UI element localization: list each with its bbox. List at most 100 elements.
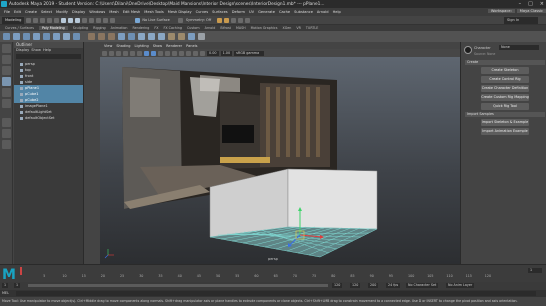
create-control-rig-button[interactable]: Create Control Rig bbox=[481, 76, 529, 83]
sign-in-dropdown[interactable]: Sign In bbox=[504, 17, 538, 24]
menu-arnold[interactable]: Arnold bbox=[317, 10, 329, 14]
anim-layer-dropdown[interactable]: No Anim Layer bbox=[446, 283, 475, 288]
menu-help[interactable]: Help bbox=[333, 10, 341, 14]
textured-icon[interactable] bbox=[158, 50, 163, 56]
select-hierarchy-icon[interactable] bbox=[61, 17, 67, 23]
shelf-tab[interactable]: Curves / Surfaces bbox=[5, 26, 34, 30]
menu-modify[interactable]: Modify bbox=[56, 10, 68, 14]
poly-cube-icon[interactable] bbox=[13, 33, 20, 40]
xray-joints-icon[interactable] bbox=[200, 50, 205, 56]
rotate-tool-icon[interactable] bbox=[2, 88, 11, 97]
menu-mesh[interactable]: Mesh bbox=[109, 10, 118, 14]
outliner-menu-help[interactable]: Help bbox=[43, 48, 51, 52]
shelf-tab[interactable]: XGen bbox=[282, 26, 291, 30]
mirror-icon[interactable] bbox=[128, 33, 135, 40]
arnold-render-view-icon[interactable] bbox=[245, 17, 251, 23]
smooth-icon[interactable] bbox=[108, 33, 115, 40]
history-icon[interactable] bbox=[177, 17, 183, 23]
shelf-tab[interactable]: FX Caching bbox=[163, 26, 182, 30]
menu-edit[interactable]: Edit bbox=[14, 10, 21, 14]
current-frame-field[interactable]: 1 bbox=[528, 268, 542, 273]
viewport-menu-shading[interactable]: Shading bbox=[116, 44, 130, 48]
playback-start-field[interactable]: 1 bbox=[14, 283, 21, 288]
viewport-menu-renderer[interactable]: Renderer bbox=[166, 44, 182, 48]
minimize-button[interactable]: – bbox=[519, 1, 522, 7]
bevel-icon[interactable] bbox=[158, 33, 165, 40]
combine-icon[interactable] bbox=[88, 33, 95, 40]
viewport-menu-view[interactable]: View bbox=[104, 44, 112, 48]
create-custom-rig-mapping-button[interactable]: Create Custom Rig Mapping bbox=[481, 94, 529, 101]
smooth-shade-icon[interactable] bbox=[151, 50, 156, 56]
open-scene-icon[interactable] bbox=[33, 17, 39, 23]
import-samples-section-header[interactable]: Import Samples bbox=[465, 112, 545, 117]
menu-cache[interactable]: Cache bbox=[279, 10, 290, 14]
import-skeleton-example-button[interactable]: Import Skeleton & Example bbox=[481, 119, 529, 126]
create-section-header[interactable]: Create bbox=[465, 60, 545, 65]
snap-point-icon[interactable] bbox=[96, 17, 102, 23]
paint-select-icon[interactable] bbox=[2, 66, 11, 75]
character-set-dropdown[interactable]: No Character Set bbox=[406, 283, 439, 288]
quick-rig-tool-button[interactable]: Quick Rig Tool bbox=[481, 103, 529, 110]
uv-editor-icon[interactable] bbox=[198, 33, 205, 40]
fps-dropdown[interactable]: 24 fps bbox=[386, 283, 401, 288]
extrude-icon[interactable] bbox=[138, 33, 145, 40]
separate-icon[interactable] bbox=[98, 33, 105, 40]
shadows-icon[interactable] bbox=[172, 50, 177, 56]
shelf-tab[interactable]: Arnold bbox=[205, 26, 216, 30]
color-space-dropdown[interactable]: sRGB gamma bbox=[234, 50, 265, 56]
outliner-menu-show[interactable]: Show bbox=[31, 48, 41, 52]
menu-selector[interactable]: Modeling bbox=[2, 16, 25, 24]
snap-view-icon[interactable] bbox=[103, 17, 109, 23]
target-weld-icon[interactable] bbox=[178, 33, 185, 40]
bookmark-icon[interactable] bbox=[109, 50, 114, 56]
camera-attributes-icon[interactable] bbox=[102, 50, 107, 56]
menu-windows[interactable]: Windows bbox=[89, 10, 105, 14]
viewport-menu-lighting[interactable]: Lighting bbox=[135, 44, 149, 48]
ipr-render-icon[interactable] bbox=[224, 17, 230, 23]
isolate-select-icon[interactable] bbox=[186, 50, 191, 56]
symmetry-label[interactable]: Symmetry: Off bbox=[186, 18, 211, 22]
shelf-tab[interactable]: FX bbox=[154, 26, 158, 30]
menu-uv[interactable]: UV bbox=[249, 10, 254, 14]
playback-end-field[interactable]: 120 bbox=[332, 283, 343, 288]
single-view-icon[interactable] bbox=[2, 118, 11, 127]
boolean-icon[interactable] bbox=[118, 33, 125, 40]
lasso-tool-icon[interactable] bbox=[2, 55, 11, 64]
viewport-menu-panels[interactable]: Panels bbox=[186, 44, 197, 48]
shelf-tab-active[interactable]: Poly Modeling bbox=[38, 26, 68, 30]
grid-toggle-icon[interactable] bbox=[123, 50, 128, 56]
poly-disc-icon[interactable] bbox=[63, 33, 70, 40]
shelf-tab[interactable]: TURTLE bbox=[306, 26, 318, 30]
select-tool-icon[interactable] bbox=[2, 44, 11, 53]
create-character-definition-button[interactable]: Create Character Definition bbox=[481, 85, 529, 92]
menu-file[interactable]: File bbox=[4, 10, 10, 14]
move-tool-icon[interactable] bbox=[2, 77, 11, 86]
snap-grid-icon[interactable] bbox=[82, 17, 88, 23]
time-slider[interactable]: M 5 10 15 20 25 30 35 40 45 50 55 60 65 70 75 80 85 90 95 1… bbox=[0, 264, 546, 283]
viewport-menu-show[interactable]: Show bbox=[153, 44, 162, 48]
outliner-menu-display[interactable]: Display bbox=[16, 48, 29, 52]
shelf-tab[interactable]: Animation bbox=[111, 26, 128, 30]
anim-start-field[interactable]: 1 bbox=[2, 283, 9, 288]
shelf-tab[interactable]: Rigging bbox=[93, 26, 106, 30]
shelf-tab[interactable]: Sculpting bbox=[73, 26, 88, 30]
xray-icon[interactable] bbox=[193, 50, 198, 56]
character-dropdown[interactable]: None bbox=[499, 45, 539, 50]
poly-torus-icon[interactable] bbox=[43, 33, 50, 40]
maximize-button[interactable]: □ bbox=[528, 1, 533, 7]
bridge-icon[interactable] bbox=[148, 33, 155, 40]
multi-cut-icon[interactable] bbox=[168, 33, 175, 40]
select-component-icon[interactable] bbox=[75, 17, 81, 23]
menu-surfaces[interactable]: Surfaces bbox=[212, 10, 228, 14]
outliner-layout-icon[interactable] bbox=[2, 140, 11, 149]
poly-cylinder-icon[interactable] bbox=[23, 33, 30, 40]
render-icon[interactable] bbox=[217, 17, 223, 23]
command-language-label[interactable]: MEL bbox=[2, 291, 9, 295]
list-item[interactable]: defaultObjectSet bbox=[14, 115, 83, 121]
menu-create[interactable]: Create bbox=[25, 10, 37, 14]
shelf-tab[interactable]: Motion Graphics bbox=[251, 26, 278, 30]
quad-draw-icon[interactable] bbox=[188, 33, 195, 40]
new-scene-icon[interactable] bbox=[26, 17, 32, 23]
hypershade-icon[interactable] bbox=[238, 17, 244, 23]
image-plane-toggle-icon[interactable] bbox=[116, 50, 121, 56]
